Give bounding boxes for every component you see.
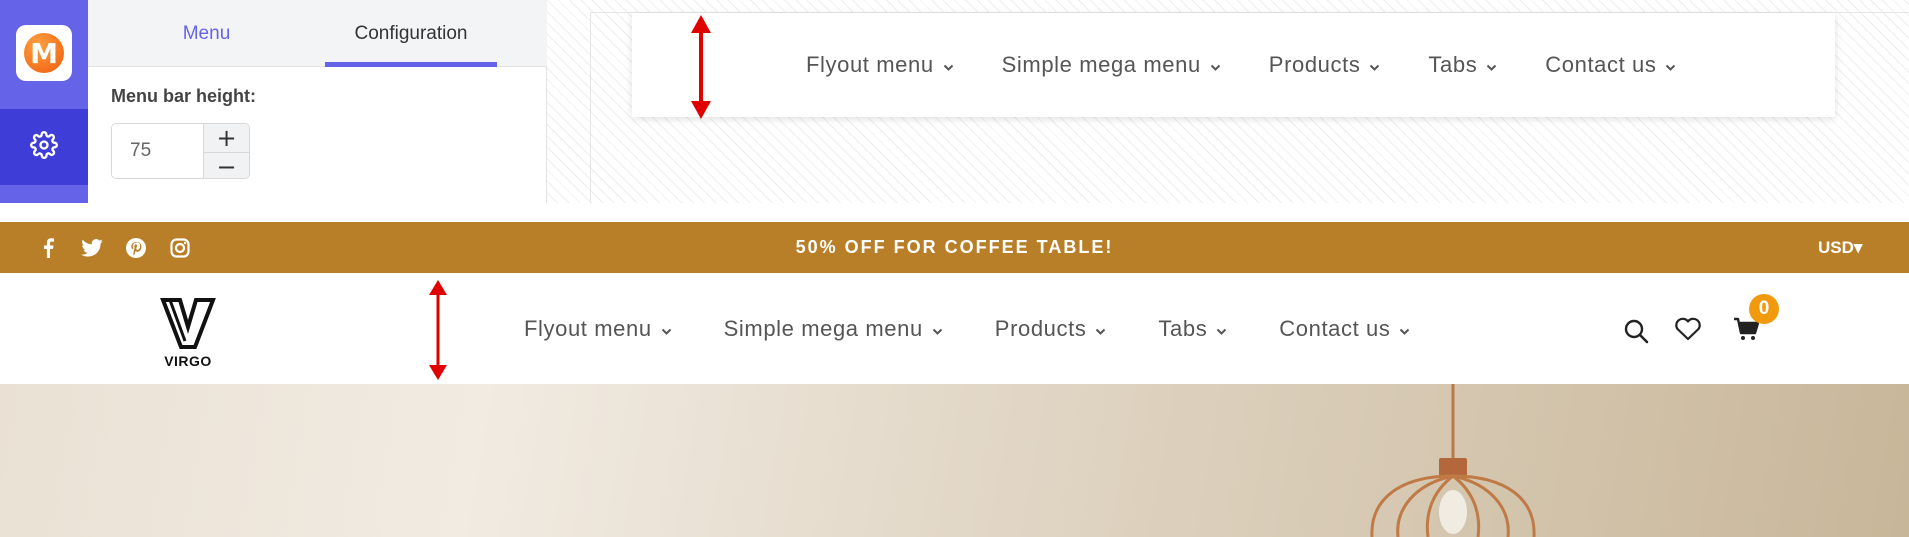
chevron-down-icon xyxy=(1095,316,1106,342)
settings-panel: Menu Configuration Menu bar height: + − xyxy=(88,0,547,203)
tab-menu[interactable]: Menu xyxy=(88,0,325,67)
chevron-down-icon xyxy=(1210,52,1221,78)
virgo-v-mark-icon xyxy=(160,298,216,349)
nav-label: Simple mega menu xyxy=(1001,52,1201,77)
preview-nav-products[interactable]: Products xyxy=(1269,52,1381,78)
decrement-button[interactable]: − xyxy=(204,153,249,178)
main-nav: Flyout menu Simple mega menu Products Ta… xyxy=(524,273,1462,384)
store-header: VIRGO Flyout menu Simple mega menu Produ… xyxy=(0,273,1909,384)
menu-bar-height-input[interactable] xyxy=(112,124,203,178)
chevron-down-icon xyxy=(1665,52,1676,78)
chevron-down-icon xyxy=(943,52,954,78)
nav-contact-us[interactable]: Contact us xyxy=(1279,316,1410,342)
brand-logo[interactable]: VIRGO xyxy=(160,297,216,369)
preview-nav-flyout-menu[interactable]: Flyout menu xyxy=(806,52,954,78)
height-indicator-arrow-icon xyxy=(428,280,448,385)
chevron-down-icon xyxy=(1216,316,1227,342)
nav-products[interactable]: Products xyxy=(995,316,1107,342)
preview-nav-simple-mega-menu[interactable]: Simple mega menu xyxy=(1002,52,1221,78)
nav-tabs[interactable]: Tabs xyxy=(1158,316,1227,342)
gear-icon xyxy=(30,130,58,164)
app-logo-icon[interactable]: M xyxy=(16,25,72,81)
chevron-down-icon xyxy=(1369,52,1380,78)
currency-label: USD xyxy=(1818,238,1854,257)
chevron-down-icon xyxy=(1399,316,1410,342)
hero-banner xyxy=(0,384,1909,537)
chevron-down-icon xyxy=(661,316,672,342)
app-rail: M xyxy=(0,0,88,203)
chevron-down-icon xyxy=(1486,52,1497,78)
brand-name: VIRGO xyxy=(164,353,212,369)
cart-count-badge: 0 xyxy=(1749,294,1779,324)
nav-flyout-menu[interactable]: Flyout menu xyxy=(524,316,672,342)
menu-bar-height-label: Menu bar height: xyxy=(111,86,256,106)
announcement-bar: 50% OFF FOR COFFEE TABLE! USD▾ xyxy=(0,222,1909,273)
nav-label: Simple mega menu xyxy=(723,315,923,341)
preview-nav: Flyout menu Simple mega menu Products Ta… xyxy=(806,13,1724,117)
nav-label: Flyout menu xyxy=(524,315,652,341)
nav-label: Tabs xyxy=(1428,52,1478,77)
tab-configuration[interactable]: Configuration xyxy=(325,0,497,67)
currency-selector[interactable]: USD▾ xyxy=(1818,222,1862,273)
caret-down-icon: ▾ xyxy=(1853,238,1863,257)
settings-tabs: Menu Configuration xyxy=(88,0,547,67)
increment-button[interactable]: + xyxy=(204,124,249,153)
nav-label: Contact us xyxy=(1279,315,1391,341)
search-icon[interactable] xyxy=(1623,318,1649,349)
nav-label: Products xyxy=(994,315,1087,341)
menu-editor: M Menu Configuration Menu bar height: + … xyxy=(0,0,1909,203)
preview-nav-contact-us[interactable]: Contact us xyxy=(1545,52,1676,78)
pendant-lamp-image xyxy=(1370,384,1536,537)
nav-label: Tabs xyxy=(1158,315,1208,341)
nav-simple-mega-menu[interactable]: Simple mega menu xyxy=(724,316,943,342)
nav-label: Flyout menu xyxy=(806,52,934,77)
preview-menu-bar: Flyout menu Simple mega menu Products Ta… xyxy=(632,13,1835,117)
chevron-down-icon xyxy=(932,316,943,342)
settings-rail-button[interactable] xyxy=(0,109,88,185)
nav-label: Contact us xyxy=(1545,52,1657,77)
heart-icon[interactable] xyxy=(1674,317,1702,346)
height-indicator-arrow-icon xyxy=(690,15,712,124)
menu-bar-height-stepper: + − xyxy=(111,123,250,179)
nav-label: Products xyxy=(1268,52,1361,77)
preview-nav-tabs[interactable]: Tabs xyxy=(1428,52,1497,78)
announcement-text: 50% OFF FOR COFFEE TABLE! xyxy=(795,237,1114,257)
